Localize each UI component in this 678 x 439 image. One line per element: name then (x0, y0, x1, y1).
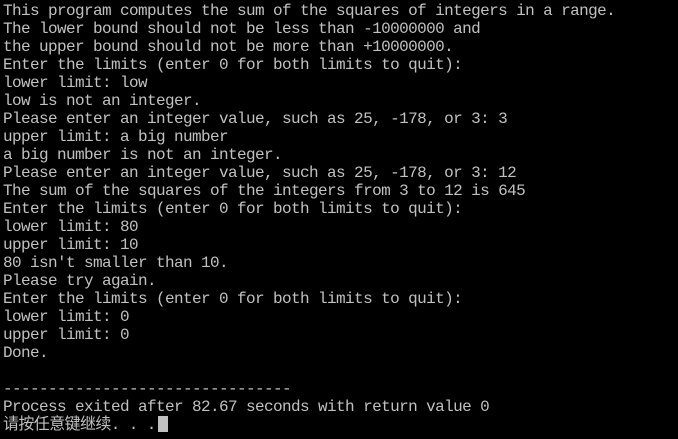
console-line: Please enter an integer value, such as 2… (3, 164, 517, 182)
press-any-key-prompt: 请按任意键继续. . . (3, 416, 156, 434)
console-line: Enter the limits (enter 0 for both limit… (3, 56, 463, 74)
console-window[interactable]: This program computes the sum of the squ… (0, 0, 678, 439)
console-line: Enter the limits (enter 0 for both limit… (3, 290, 463, 308)
console-line: upper limit: 0 (3, 326, 130, 344)
console-line: Process exited after 82.67 seconds with … (3, 398, 490, 416)
console-line: The sum of the squares of the integers f… (3, 182, 526, 200)
console-line: low is not an integer. (3, 92, 202, 110)
console-line: Please enter an integer value, such as 2… (3, 110, 508, 128)
console-line: lower limit: low (3, 74, 148, 92)
text-cursor (157, 416, 168, 432)
console-line: Please try again. (3, 272, 157, 290)
console-line: lower limit: 80 (3, 218, 139, 236)
console-line: a big number is not an integer. (3, 146, 283, 164)
console-line: 80 isn't smaller than 10. (3, 254, 229, 272)
console-line: upper limit: 10 (3, 236, 139, 254)
console-prompt-line: 请按任意键继续. . . (3, 416, 678, 434)
console-output: This program computes the sum of the squ… (3, 2, 678, 416)
console-line: -------------------------------- (3, 380, 292, 398)
console-line: lower limit: 0 (3, 308, 130, 326)
console-line: the upper bound should not be more than … (3, 38, 454, 56)
console-line: Enter the limits (enter 0 for both limit… (3, 200, 463, 218)
console-line: This program computes the sum of the squ… (3, 2, 616, 20)
console-line: upper limit: a big number (3, 128, 229, 146)
console-line: The lower bound should not be less than … (3, 20, 481, 38)
console-line: Done. (3, 344, 49, 362)
